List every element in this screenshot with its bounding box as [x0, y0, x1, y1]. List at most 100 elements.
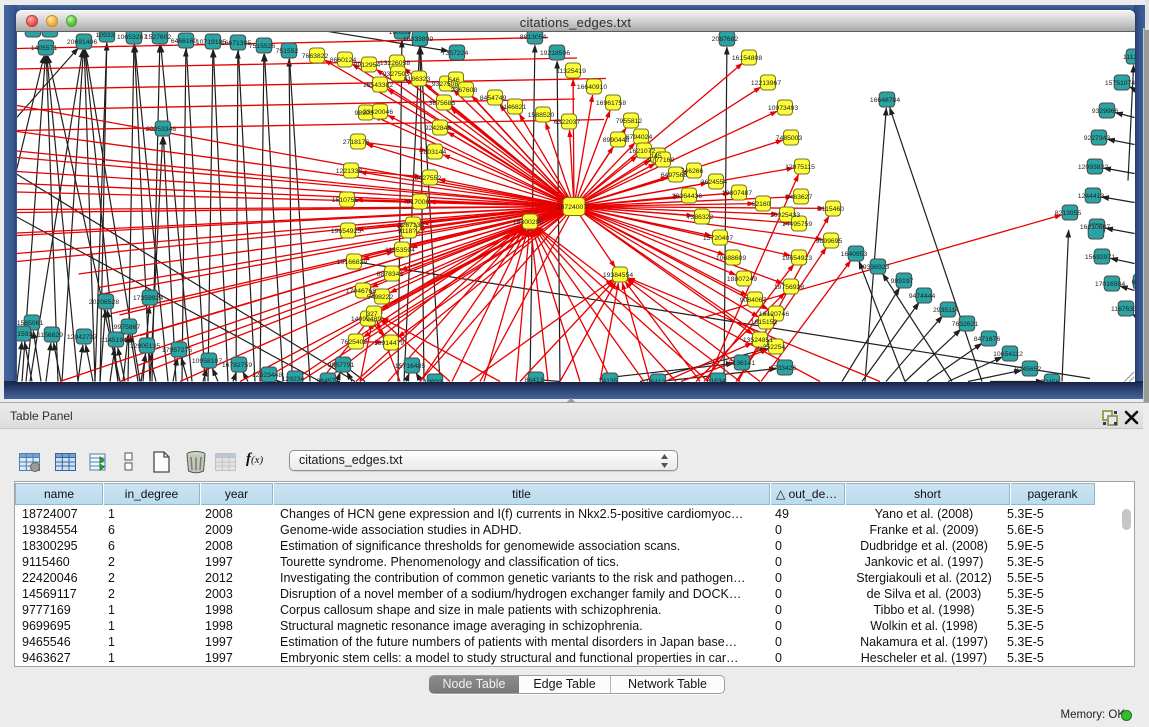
svg-text:7663822: 7663822 — [302, 53, 329, 60]
svg-text:9146821: 9146821 — [500, 104, 527, 111]
svg-text:327: 327 — [366, 311, 378, 318]
svg-text:12975115: 12975115 — [785, 164, 815, 171]
svg-text:19654925: 19654925 — [331, 228, 361, 235]
svg-text:16671385: 16671385 — [221, 40, 251, 47]
svg-text:8912954: 8912954 — [354, 62, 381, 69]
svg-text:8660124: 8660124 — [330, 57, 357, 64]
svg-text:1167533: 1167533 — [1111, 306, 1135, 313]
svg-text:10958107: 10958107 — [192, 358, 222, 365]
svg-text:23420046: 23420046 — [363, 109, 393, 116]
svg-text:9329966: 9329966 — [1092, 108, 1119, 115]
svg-text:7955812: 7955812 — [616, 118, 643, 125]
svg-text:20691406: 20691406 — [67, 39, 97, 46]
svg-text:3624554: 3624554 — [701, 179, 728, 186]
svg-text:13524851: 13524851 — [743, 337, 773, 344]
svg-text:19166829: 19166829 — [337, 259, 367, 266]
svg-text:9857791: 9857791 — [328, 362, 355, 369]
svg-text:9338923: 9338923 — [863, 264, 890, 271]
svg-text:10688609: 10688609 — [716, 255, 746, 262]
svg-text:14495759: 14495759 — [782, 221, 812, 228]
svg-text:96412: 96412 — [647, 379, 666, 382]
svg-text:2803144: 2803144 — [420, 149, 447, 156]
svg-text:1640953: 1640953 — [841, 251, 868, 258]
svg-text:19218506: 19218506 — [540, 50, 570, 57]
svg-text:9975867: 9975867 — [114, 324, 141, 331]
svg-text:8213955: 8213955 — [1055, 210, 1082, 217]
svg-text:16648784: 16648784 — [870, 97, 900, 104]
svg-text:8427552: 8427552 — [415, 175, 442, 182]
svg-text:8878342: 8878342 — [377, 271, 404, 278]
svg-text:13226058: 13226058 — [380, 60, 410, 67]
svg-text:7386322: 7386322 — [687, 214, 714, 221]
svg-text:74135: 74135 — [599, 378, 618, 382]
svg-text:2718176: 2718176 — [343, 139, 370, 146]
svg-text:7357224: 7357224 — [442, 50, 469, 57]
svg-text:17957275: 17957275 — [162, 347, 192, 354]
svg-text:19756928: 19756928 — [774, 284, 804, 291]
svg-text:9245652: 9245652 — [1015, 366, 1042, 373]
svg-text:81634: 81634 — [707, 378, 726, 382]
svg-text:746266: 746266 — [681, 168, 704, 175]
svg-text:19384554: 19384554 — [603, 272, 633, 279]
svg-text:7625402: 7625402 — [341, 339, 368, 346]
svg-text:16543382: 16543382 — [363, 82, 393, 89]
svg-text:9084067: 9084067 — [740, 297, 767, 304]
svg-text:546: 546 — [448, 77, 460, 84]
svg-text:2087682: 2087682 — [712, 36, 739, 43]
svg-text:12905135: 12905135 — [130, 343, 160, 350]
svg-text:15716485: 15716485 — [395, 363, 425, 370]
svg-text:1156829: 1156829 — [37, 332, 63, 339]
svg-text:12942737: 12942737 — [67, 334, 97, 341]
svg-text:16154808: 16154808 — [732, 55, 762, 62]
svg-text:10653267: 10653267 — [117, 34, 147, 41]
svg-text:20053346: 20053346 — [146, 126, 176, 133]
svg-text:86413: 86413 — [525, 377, 544, 382]
svg-text:2935114: 2935114 — [933, 307, 959, 314]
svg-text:9242848: 9242848 — [425, 125, 452, 132]
svg-text:18807249: 18807249 — [727, 276, 757, 283]
svg-text:15720407: 15720407 — [703, 235, 733, 242]
svg-text:16961758: 16961758 — [596, 100, 626, 107]
svg-text:8454749: 8454749 — [480, 95, 507, 102]
svg-text:10654112: 10654112 — [993, 351, 1023, 358]
svg-text:20364436: 20364436 — [672, 193, 702, 200]
svg-text:10807487: 10807487 — [722, 190, 752, 197]
svg-text:1610755: 1610755 — [332, 197, 359, 204]
svg-text:8471676: 8471676 — [974, 336, 1001, 343]
svg-text:9474444: 9474444 — [909, 293, 936, 300]
svg-text:1221338: 1221338 — [336, 168, 363, 175]
svg-text:16033809: 16033809 — [403, 36, 433, 43]
svg-text:7632621: 7632621 — [952, 321, 979, 328]
svg-text:16120746: 16120746 — [759, 311, 789, 318]
svg-text:9777169: 9777169 — [648, 157, 675, 164]
svg-text:12213967: 12213967 — [751, 80, 781, 87]
svg-text:8186323: 8186323 — [404, 76, 431, 83]
svg-text:6794024: 6794024 — [626, 134, 653, 141]
svg-text:5498222: 5498222 — [367, 294, 394, 301]
svg-text:16640910: 16640910 — [577, 84, 607, 91]
svg-text:10933: 10933 — [96, 32, 115, 39]
svg-text:16914479: 16914479 — [374, 340, 404, 347]
svg-text:6466160: 6466160 — [171, 38, 198, 45]
svg-text:9463627: 9463627 — [786, 194, 813, 201]
svg-text:9899695: 9899695 — [816, 238, 843, 245]
svg-text:12923: 12923 — [424, 379, 443, 382]
svg-text:17359924: 17359924 — [133, 295, 163, 302]
svg-text:11325419: 11325419 — [556, 68, 586, 75]
svg-text:9227343: 9227343 — [1084, 135, 1111, 142]
svg-text:1527602: 1527602 — [145, 34, 172, 41]
svg-text:129234: 129234 — [282, 376, 305, 382]
svg-text:1733426: 1733426 — [770, 365, 797, 372]
svg-text:7515526: 7515526 — [249, 43, 276, 50]
svg-text:391591: 391591 — [17, 331, 33, 338]
svg-text:9118?: 9118? — [398, 228, 417, 235]
svg-text:16210687: 16210687 — [1080, 224, 1110, 231]
svg-text:12093822: 12093822 — [1078, 164, 1108, 171]
svg-text:96457: 96457 — [317, 378, 336, 382]
svg-text:18300295: 18300295 — [513, 219, 543, 226]
svg-text:1405571: 1405571 — [31, 45, 58, 52]
svg-text:16782759: 16782759 — [222, 362, 252, 369]
svg-text:8813054: 8813054 — [520, 34, 547, 41]
svg-text:9115460: 9115460 — [818, 206, 844, 213]
svg-text:1588520: 1588520 — [528, 112, 555, 119]
